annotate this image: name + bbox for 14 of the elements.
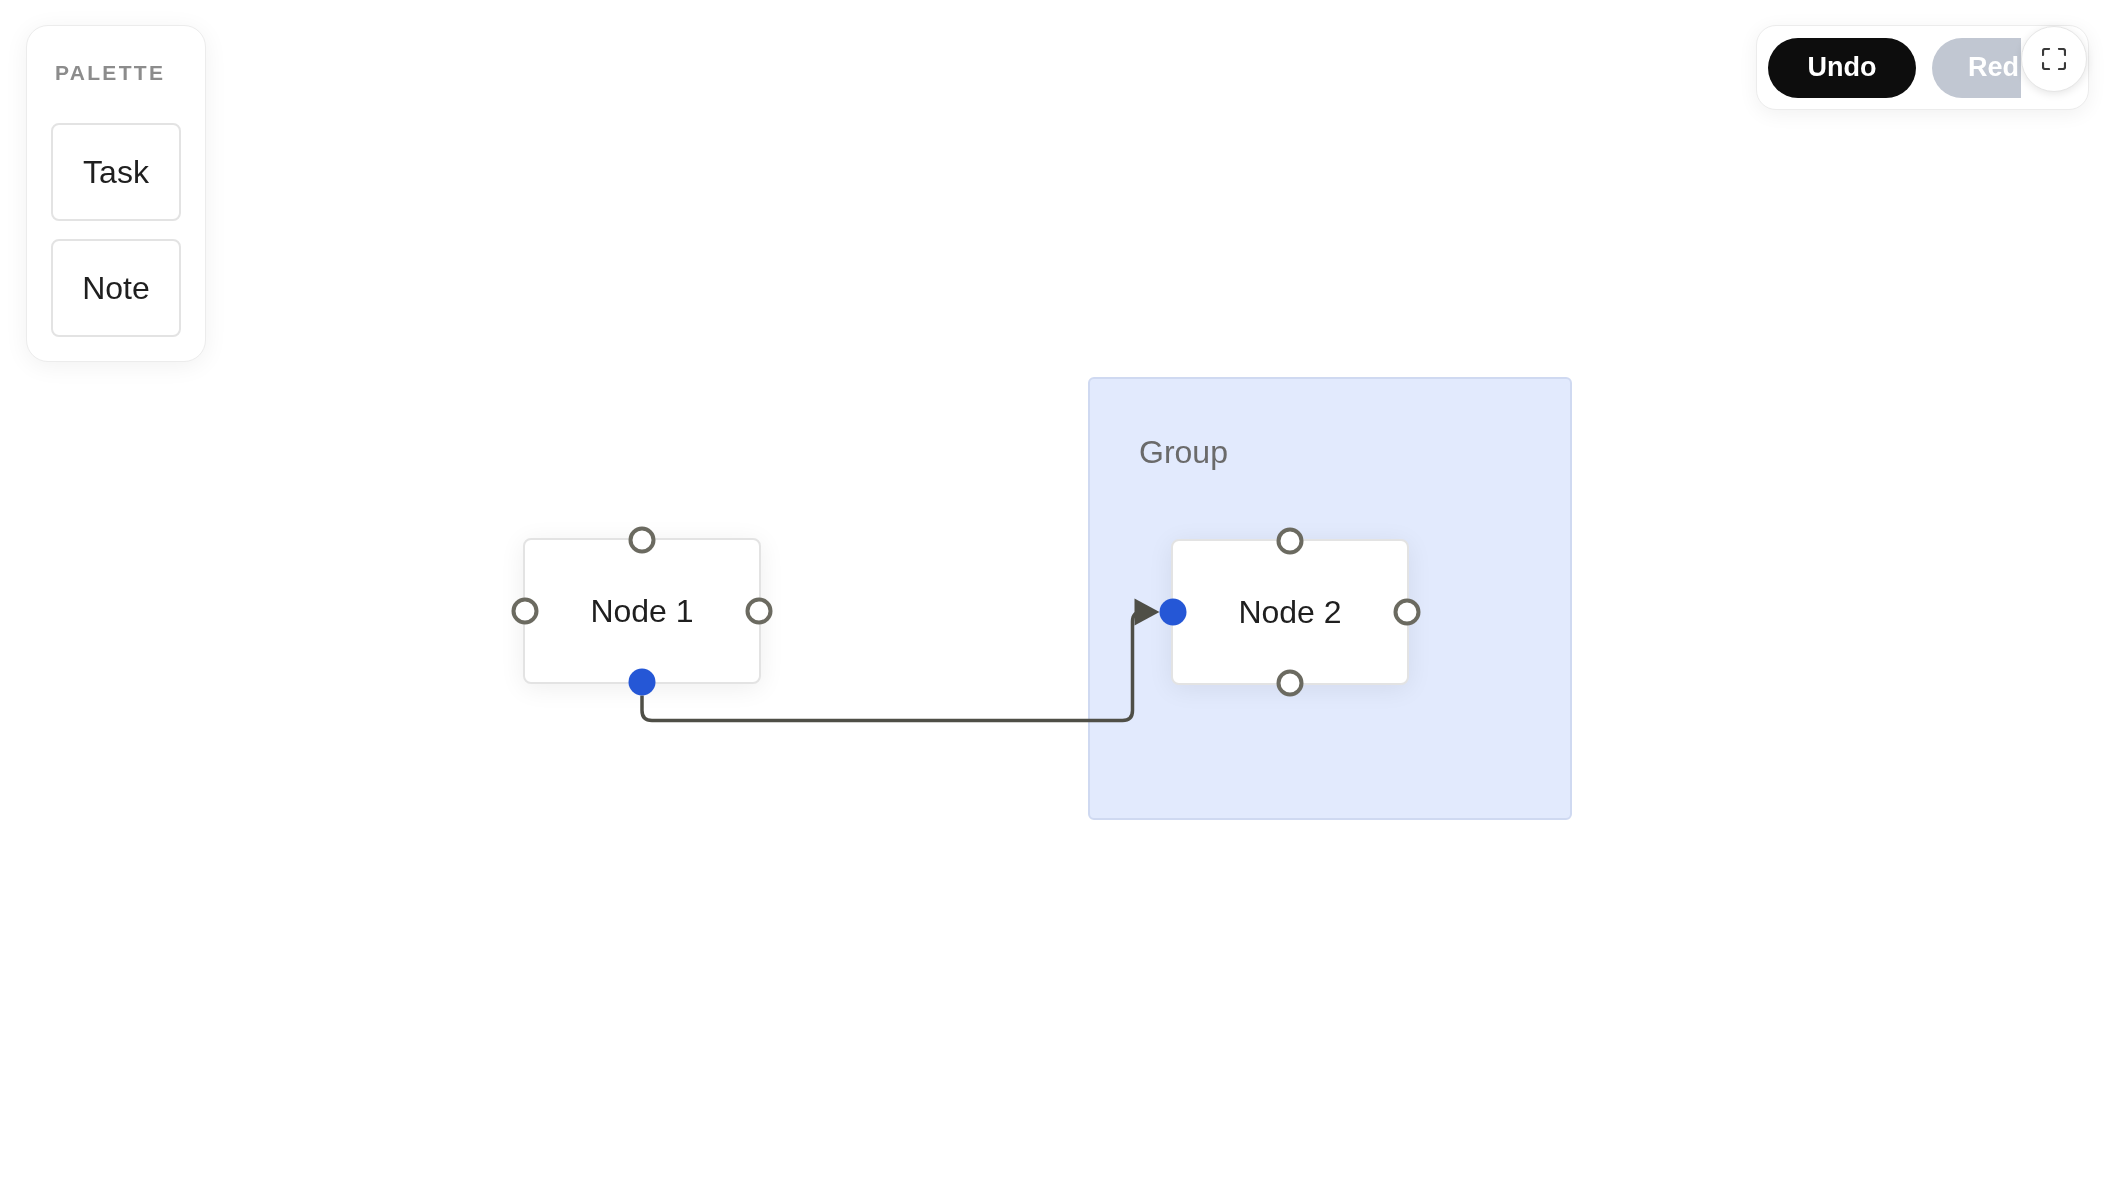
group-label: Group (1139, 436, 1228, 468)
palette-item[interactable]: Task (51, 123, 181, 221)
palette-item[interactable]: Note (51, 239, 181, 337)
connection-handle[interactable] (628, 526, 656, 554)
connection-handle[interactable] (1393, 598, 1421, 626)
connection-handle[interactable] (745, 597, 773, 625)
connection-handle[interactable] (1276, 669, 1304, 697)
undo-button[interactable]: Undo (1768, 37, 1916, 98)
node-label: Node 1 (590, 593, 694, 629)
connection-handle[interactable] (628, 668, 656, 696)
node-label: Node 2 (1238, 594, 1342, 630)
palette-title: PALETTE (55, 60, 166, 86)
connection-handle[interactable] (511, 597, 539, 625)
fullscreen-icon (2042, 48, 2066, 70)
